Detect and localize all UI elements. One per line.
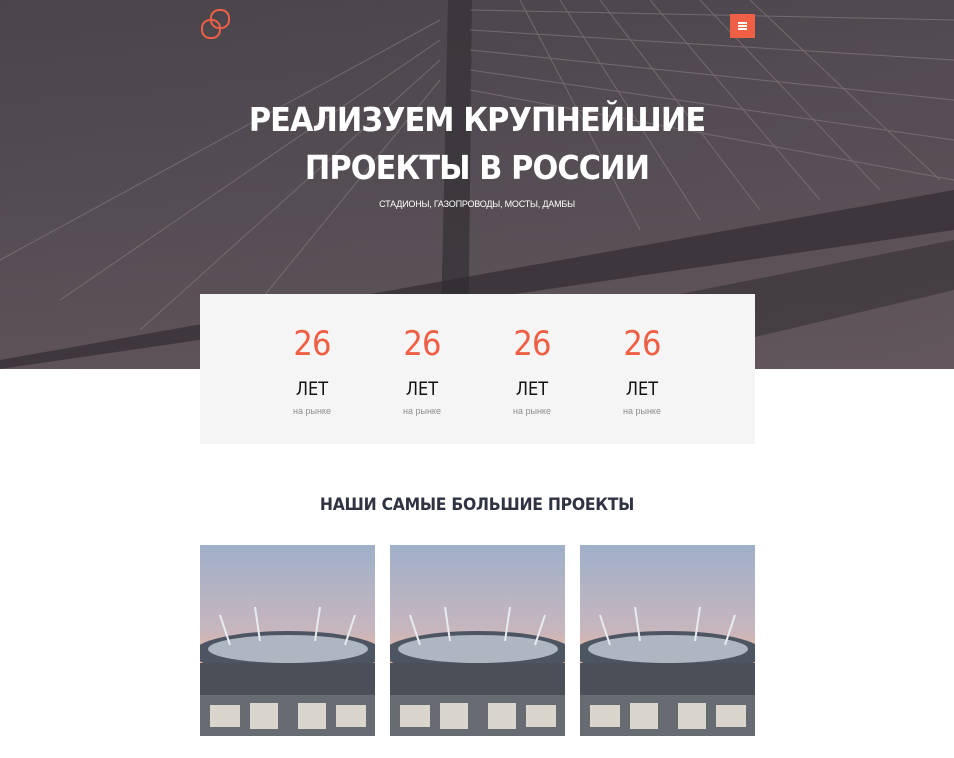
stadium-image: [200, 545, 375, 736]
stadium-image: [390, 545, 565, 736]
projects-section-title: НАШИ САМЫЕ БОЛЬШИЕ ПРОЕКТЫ: [319, 495, 635, 515]
hero-title-line-1: РЕАЛИЗУЕМ КРУПНЕЙШИЕ: [248, 100, 706, 139]
project-card[interactable]: [390, 545, 565, 736]
hero-subtitle: СТАДИОНЫ, ГАЗОПРОВОДЫ, МОСТЫ, ДАМБЫ: [379, 199, 575, 209]
stat-number: 26: [293, 324, 331, 364]
stat-caption: на рынке: [513, 406, 551, 416]
stat-label: ЛЕТ: [295, 378, 329, 400]
stat-label: ЛЕТ: [405, 378, 439, 400]
stat-number: 26: [623, 324, 661, 364]
stat-caption: на рынке: [293, 406, 331, 416]
hamburger-menu-icon: [738, 22, 747, 30]
stat-number: 26: [513, 324, 551, 364]
stadium-image: [580, 545, 755, 736]
stats-card: 26 ЛЕТ на рынке 26 ЛЕТ на рынке 26 ЛЕТ н…: [200, 294, 755, 444]
stat-label: ЛЕТ: [625, 378, 659, 400]
logo-icon[interactable]: [200, 8, 232, 40]
menu-button[interactable]: [730, 14, 755, 38]
stat-caption: на рынке: [623, 406, 661, 416]
hero-title: РЕАЛИЗУЕМ КРУПНЕЙШИЕ ПРОЕКТЫ В РОССИИ: [38, 96, 916, 192]
project-card[interactable]: [580, 545, 755, 736]
stat-number: 26: [403, 324, 441, 364]
stat-label: ЛЕТ: [515, 378, 549, 400]
project-card[interactable]: [200, 545, 375, 736]
hero-title-line-2: ПРОЕКТЫ В РОССИИ: [304, 148, 650, 187]
stat-caption: на рынке: [403, 406, 441, 416]
